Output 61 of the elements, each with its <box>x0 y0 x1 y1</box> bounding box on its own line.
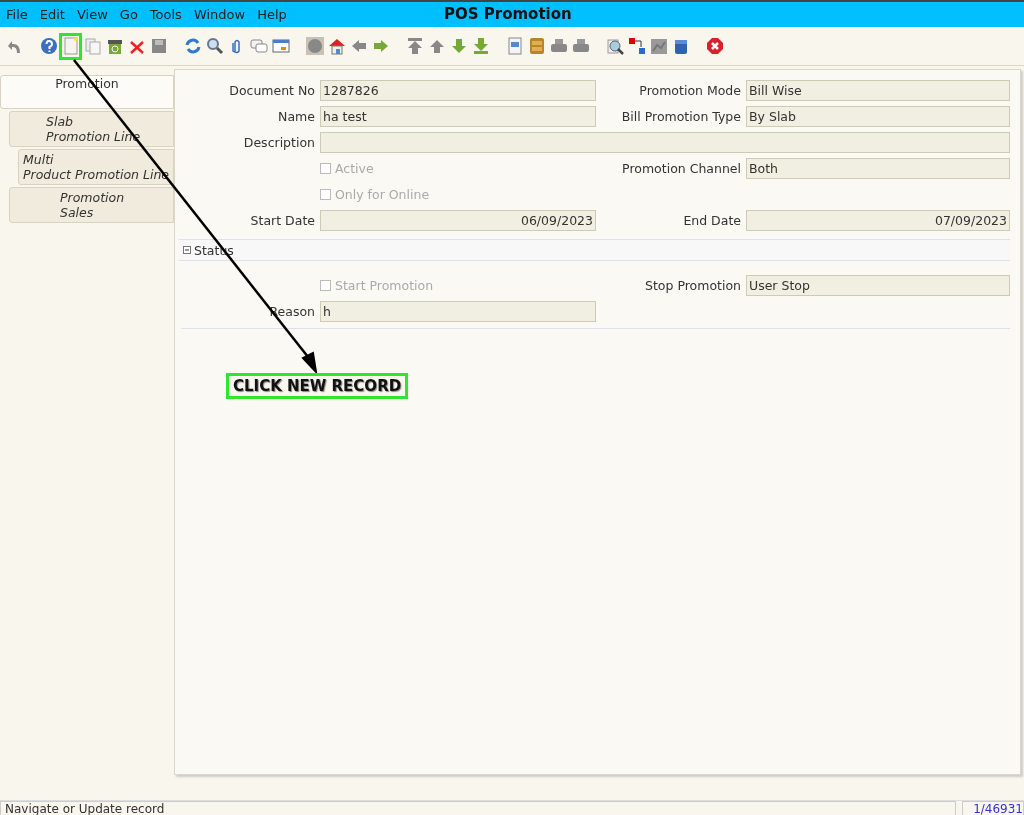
menu-item[interactable]: File <box>0 7 34 22</box>
field-label: Document No <box>228 83 315 98</box>
field-label: End Date <box>682 213 741 228</box>
field-label: Description <box>242 135 315 150</box>
printer-icon[interactable] <box>550 37 568 55</box>
transfer-icon[interactable] <box>628 37 646 55</box>
printer-icon[interactable] <box>572 37 590 55</box>
home-icon[interactable] <box>328 37 346 55</box>
checkbox-label: Only for Online <box>335 187 430 202</box>
checkbox[interactable] <box>320 163 331 174</box>
checkbox-label: Active <box>335 161 374 176</box>
menu-item[interactable]: View <box>70 7 114 22</box>
menu-item[interactable]: Edit <box>33 7 71 22</box>
text-field[interactable]: h <box>320 301 596 322</box>
checkbox[interactable] <box>320 189 331 200</box>
bottom-arrow-icon[interactable] <box>472 37 490 55</box>
search-icon[interactable] <box>206 37 224 55</box>
date-field[interactable]: 06/09/2023 <box>320 210 596 231</box>
trash-bin-icon[interactable] <box>106 37 124 55</box>
field-label: Promotion Channel <box>621 161 741 176</box>
field-label: Start Date <box>249 213 315 228</box>
left-arrow-icon[interactable] <box>350 37 368 55</box>
zoom-document-icon[interactable] <box>606 37 624 55</box>
record-counter: 1/46931 <box>962 801 1024 815</box>
field-label: Name <box>277 109 315 124</box>
text-field[interactable]: By Slab <box>746 106 1010 127</box>
down-arrow-icon[interactable] <box>450 37 468 55</box>
menu-item[interactable]: Help <box>251 7 293 22</box>
close-icon[interactable] <box>706 37 724 55</box>
chat-bubbles-icon[interactable] <box>250 37 268 55</box>
chart-icon[interactable] <box>650 37 668 55</box>
field-label: Stop Promotion <box>644 278 741 293</box>
right-arrow-icon[interactable] <box>372 37 390 55</box>
text-field[interactable]: Both <box>746 158 1010 179</box>
tab[interactable]: Promotion Sales <box>9 187 174 223</box>
text-field[interactable]: User Stop <box>746 275 1010 296</box>
refresh-icon[interactable] <box>184 37 202 55</box>
menu-item[interactable]: Window <box>187 7 252 22</box>
top-arrow-icon[interactable] <box>406 37 424 55</box>
text-field[interactable]: Bill Wise <box>746 80 1010 101</box>
status-message: Navigate or Update record <box>0 801 956 815</box>
menu-item[interactable]: Tools <box>143 7 188 22</box>
report-icon[interactable] <box>506 37 524 55</box>
text-field[interactable] <box>320 132 1010 153</box>
text-field[interactable]: 1287826 <box>320 80 596 101</box>
date-field[interactable]: 07/09/2023 <box>746 210 1010 231</box>
menu-item[interactable]: Go <box>113 7 144 22</box>
field-label: Promotion Mode <box>638 83 741 98</box>
cube-icon[interactable] <box>672 37 690 55</box>
checkbox[interactable] <box>320 280 331 291</box>
up-arrow-icon[interactable] <box>428 37 446 55</box>
table-grid-icon[interactable] <box>272 37 290 55</box>
field-label: Bill Promotion Type <box>620 109 741 124</box>
checkbox-label: Start Promotion <box>335 278 434 293</box>
cabinet-icon[interactable] <box>528 37 546 55</box>
highlight-frame <box>59 33 82 60</box>
help-icon[interactable] <box>40 37 58 55</box>
collapse-icon[interactable] <box>183 246 191 254</box>
annotation-label: CLICK NEW RECORD <box>226 373 409 399</box>
text-field[interactable]: ha test <box>320 106 596 127</box>
window-title: POS Promotion <box>444 5 572 23</box>
